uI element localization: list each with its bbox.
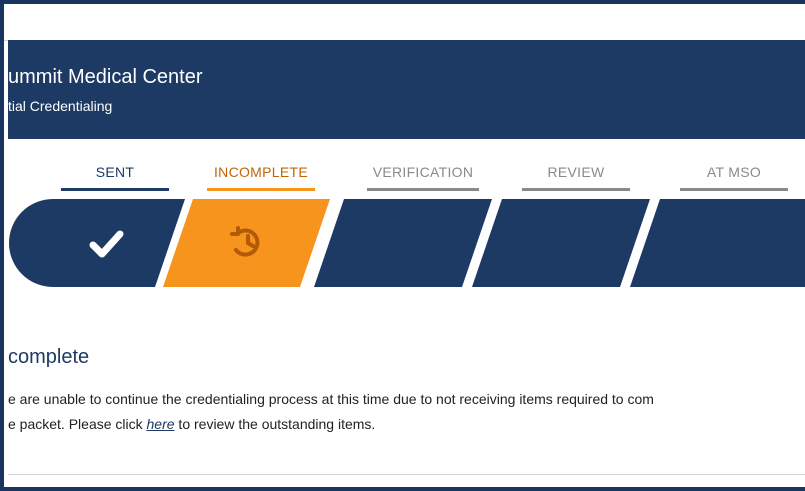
step-segment-at-mso[interactable] (630, 199, 805, 287)
organization-name: ummit Medical Center (8, 66, 203, 88)
step-label-incomplete: INCOMPLETE (213, 164, 308, 180)
step-underline-incomplete (207, 188, 315, 191)
review-items-link[interactable]: here (147, 416, 175, 432)
page-header: ummit Medical Center tial Credentialing (8, 40, 805, 139)
progress-tracker (9, 199, 805, 287)
step-underline-at-mso (680, 188, 788, 191)
status-message-line2-start: e packet. Please click (8, 416, 147, 432)
step-underline-review (522, 188, 630, 191)
step-underline-verification (367, 188, 479, 191)
status-message-line1: e are unable to continue the credentiali… (8, 391, 654, 407)
step-segment-review[interactable] (472, 199, 650, 287)
page-subtitle: tial Credentialing (8, 98, 113, 114)
status-title: complete (8, 346, 90, 368)
step-label-sent: SENT (95, 164, 135, 180)
step-label-review: REVIEW (547, 164, 605, 180)
step-label-verification: VERIFICATION (372, 164, 474, 180)
top-bar (4, 4, 805, 41)
step-underline-sent (61, 188, 169, 191)
step-segment-verification[interactable] (314, 199, 492, 287)
divider (8, 474, 805, 475)
step-label-at-mso: AT MSO (706, 164, 762, 180)
step-segment-sent[interactable] (9, 199, 185, 287)
status-message-line2-end: to review the outstanding items. (174, 416, 376, 432)
status-message: e are unable to continue the credentiali… (8, 387, 805, 437)
